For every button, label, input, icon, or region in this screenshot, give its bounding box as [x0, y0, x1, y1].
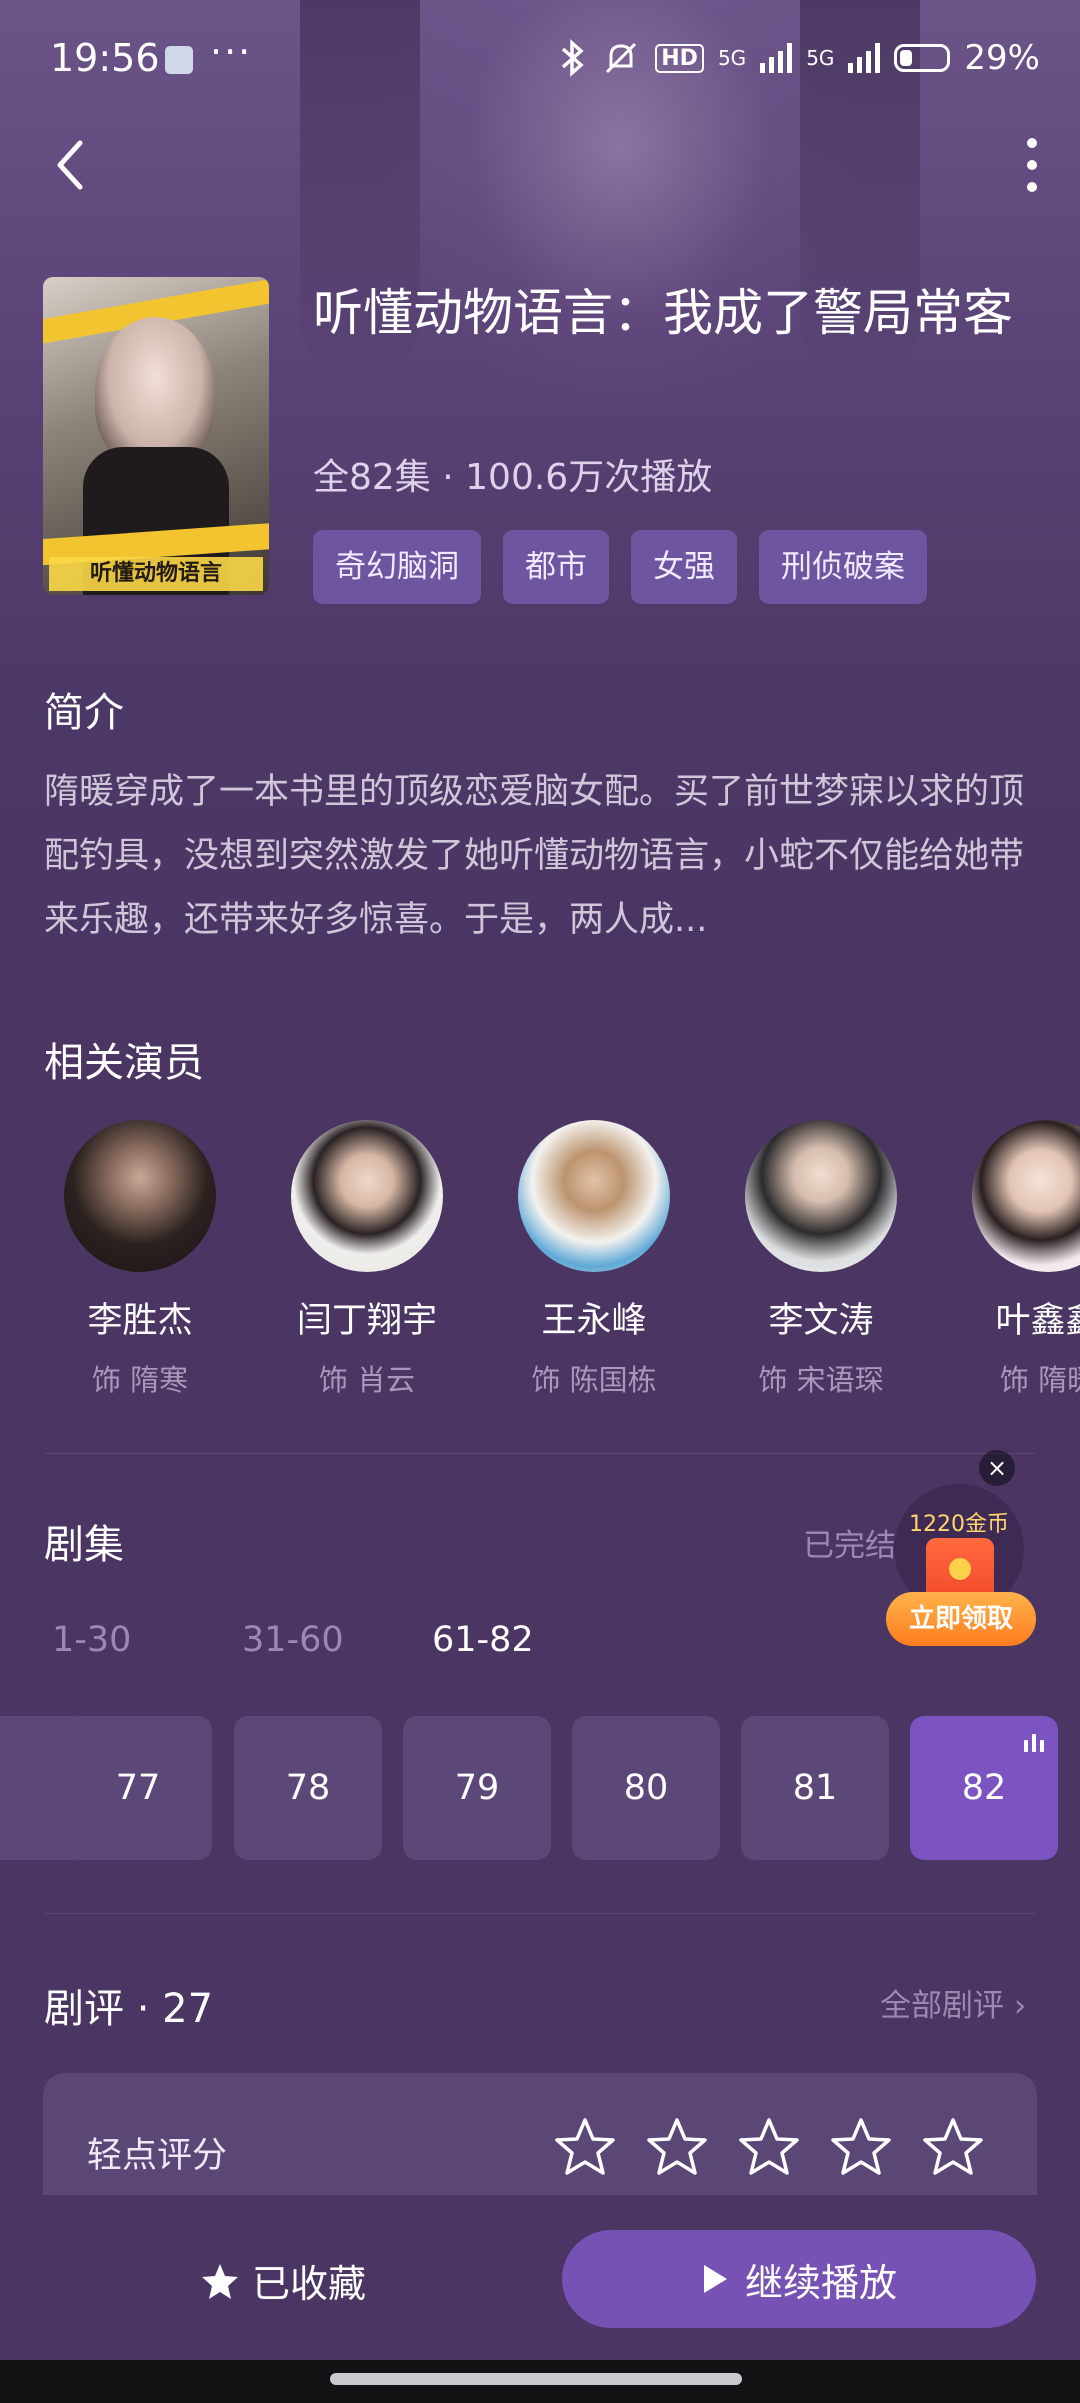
actor-role: 饰 肖云: [318, 1363, 416, 1397]
actor-name: 闫丁翔宇: [296, 1301, 437, 1341]
status-bar: 19:56 ··· HD 5G 5G 29%: [0, 0, 1080, 120]
actor-role: 饰 宋语琛: [758, 1363, 884, 1397]
tag[interactable]: 都市: [503, 530, 609, 604]
episode-range-tabs: 1-30 31-60 61-82: [52, 1620, 622, 1660]
claim-reward-button[interactable]: 立即领取: [886, 1592, 1036, 1646]
star-outline-icon[interactable]: [921, 2115, 985, 2179]
star-filled-icon: [202, 2263, 238, 2299]
play-icon: [703, 2265, 727, 2293]
all-reviews-link[interactable]: 全部剧评 ›: [880, 1980, 1026, 2025]
more-notifications-icon: ···: [210, 30, 253, 74]
actor-role: 饰 隋暖: [999, 1363, 1080, 1397]
star-outline-icon[interactable]: [829, 2115, 893, 2179]
close-icon[interactable]: ×: [979, 1450, 1015, 1486]
actor-list[interactable]: 李胜杰 饰 隋寒 闫丁翔宇 饰 肖云 王永峰 饰 陈国栋 李文涛 饰 宋语琛 叶…: [0, 1120, 1080, 1410]
actors-heading: 相关演员: [44, 1040, 204, 1086]
signal-icon: [848, 43, 881, 73]
continue-play-button[interactable]: 继续播放: [562, 2230, 1036, 2328]
episodes-status[interactable]: 已完结: [803, 1520, 896, 1565]
drama-title: 听懂动物语言：我成了警局常客: [313, 284, 1013, 342]
network-type-1: 5G: [717, 46, 747, 70]
rate-label: 轻点评分: [87, 2136, 228, 2176]
avatar: [518, 1120, 670, 1272]
star-outline-icon[interactable]: [553, 2115, 617, 2179]
tag[interactable]: 女强: [631, 530, 737, 604]
actor-item[interactable]: 王永峰 饰 陈国栋: [494, 1120, 694, 1399]
intro-heading: 简介: [44, 690, 124, 736]
back-arrow-icon[interactable]: [50, 135, 90, 195]
tag[interactable]: 刑侦破案: [759, 530, 927, 604]
actor-name: 叶鑫鑫: [995, 1301, 1080, 1341]
continue-play-label: 继续播放: [744, 2260, 897, 2305]
poster-title: 听懂动物语言: [49, 557, 263, 591]
actor-name: 李胜杰: [87, 1301, 193, 1341]
actor-item[interactable]: 李文涛 饰 宋语琛: [721, 1120, 921, 1399]
actor-role: 饰 隋寒: [91, 1363, 189, 1397]
actor-name: 李文涛: [768, 1301, 874, 1341]
hd-voice-badge: HD: [655, 43, 704, 73]
reviews-heading: 剧评 · 27: [44, 1986, 214, 2032]
network-type-2: 5G: [806, 46, 835, 70]
tab-range-61-82[interactable]: 61-82: [432, 1620, 622, 1660]
episode-button[interactable]: 77: [64, 1716, 212, 1860]
drama-poster[interactable]: 听懂动物语言: [43, 277, 269, 595]
avatar: [745, 1120, 897, 1272]
mute-bell-icon: [606, 42, 637, 74]
drama-meta: 全82集 · 100.6万次播放: [313, 457, 713, 498]
episodes-heading: 剧集: [44, 1522, 124, 1568]
avatar: [972, 1120, 1080, 1272]
tag-list: 奇幻脑洞 都市 女强 刑侦破案: [313, 530, 927, 604]
episode-button[interactable]: 80: [572, 1716, 720, 1860]
home-indicator[interactable]: [330, 2373, 742, 2385]
poster-face: [95, 317, 215, 467]
status-time: 19:56: [50, 36, 160, 80]
episode-button[interactable]: 79: [403, 1716, 551, 1860]
tab-range-31-60[interactable]: 31-60: [242, 1620, 432, 1660]
more-vertical-icon[interactable]: [1022, 135, 1042, 195]
episode-button[interactable]: 78: [234, 1716, 382, 1860]
actor-item[interactable]: 叶鑫鑫 饰 隋暖: [948, 1120, 1080, 1399]
episode-list[interactable]: 77 78 79 80 81 82: [0, 1716, 1080, 1860]
divider: [44, 1913, 1036, 1914]
wrench-icon: [165, 46, 193, 74]
avatar: [64, 1120, 216, 1272]
actor-role: 饰 陈国栋: [531, 1363, 657, 1397]
collected-button[interactable]: 已收藏: [200, 2253, 366, 2308]
star-outline-icon[interactable]: [737, 2115, 801, 2179]
collected-label: 已收藏: [252, 2262, 367, 2306]
episode-button[interactable]: 81: [741, 1716, 889, 1860]
actor-item[interactable]: 李胜杰 饰 隋寒: [40, 1120, 240, 1399]
battery-percent: 29%: [964, 38, 1040, 78]
episode-button-current[interactable]: 82: [910, 1716, 1058, 1860]
star-outline-icon[interactable]: [645, 2115, 709, 2179]
actor-item[interactable]: 闫丁翔宇 饰 肖云: [267, 1120, 467, 1399]
tag[interactable]: 奇幻脑洞: [313, 530, 481, 604]
signal-icon: [760, 43, 793, 73]
status-icons: HD 5G 5G 29%: [557, 38, 1040, 78]
rating-stars[interactable]: [553, 2115, 985, 2179]
bluetooth-icon: [562, 39, 584, 77]
episode-number: 82: [961, 1768, 1007, 1808]
reward-coins: 1220金币: [909, 1512, 1009, 1537]
reward-widget[interactable]: × 1220金币 立即领取: [884, 1450, 1036, 1660]
tab-range-1-30[interactable]: 1-30: [52, 1620, 242, 1660]
bottom-action-bar: 已收藏 继续播放: [0, 2195, 1080, 2365]
battery-icon: [894, 44, 951, 72]
playing-equalizer-icon: [1024, 1734, 1044, 1752]
intro-text[interactable]: 隋暖穿成了一本书里的顶级恋爱脑女配。买了前世梦寐以求的顶配钓具，没想到突然激发了…: [44, 760, 1044, 952]
actor-name: 王永峰: [541, 1301, 647, 1341]
avatar: [291, 1120, 443, 1272]
